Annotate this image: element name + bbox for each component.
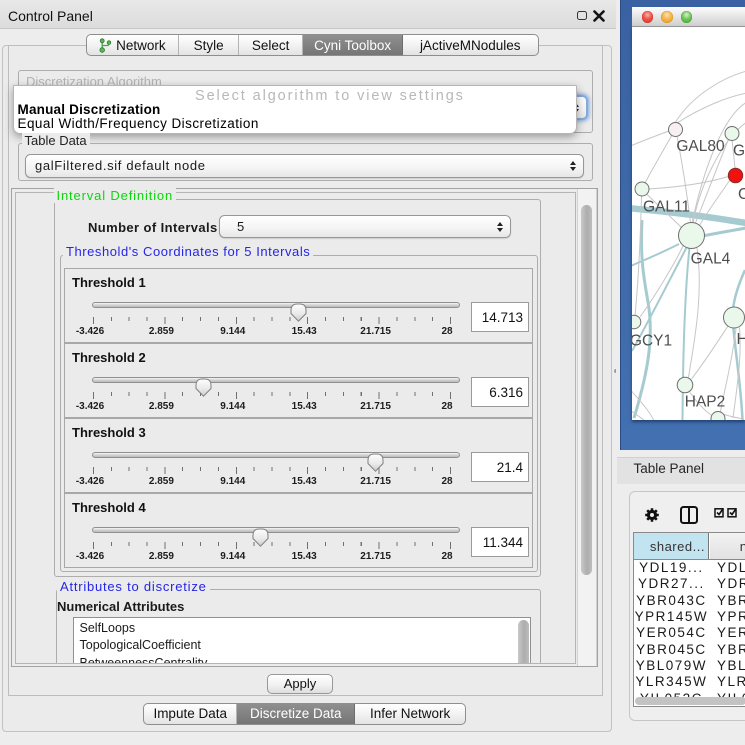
svg-text:H: H xyxy=(736,331,745,348)
svg-text:GAL80: GAL80 xyxy=(676,138,725,155)
svg-text:GA: GA xyxy=(733,143,745,160)
svg-text:GCY1: GCY1 xyxy=(632,333,672,350)
svg-text:GAL4: GAL4 xyxy=(690,251,730,268)
svg-text:HAP2: HAP2 xyxy=(684,394,725,411)
svg-text:C: C xyxy=(738,186,745,203)
svg-text:GAL11: GAL11 xyxy=(642,199,689,216)
